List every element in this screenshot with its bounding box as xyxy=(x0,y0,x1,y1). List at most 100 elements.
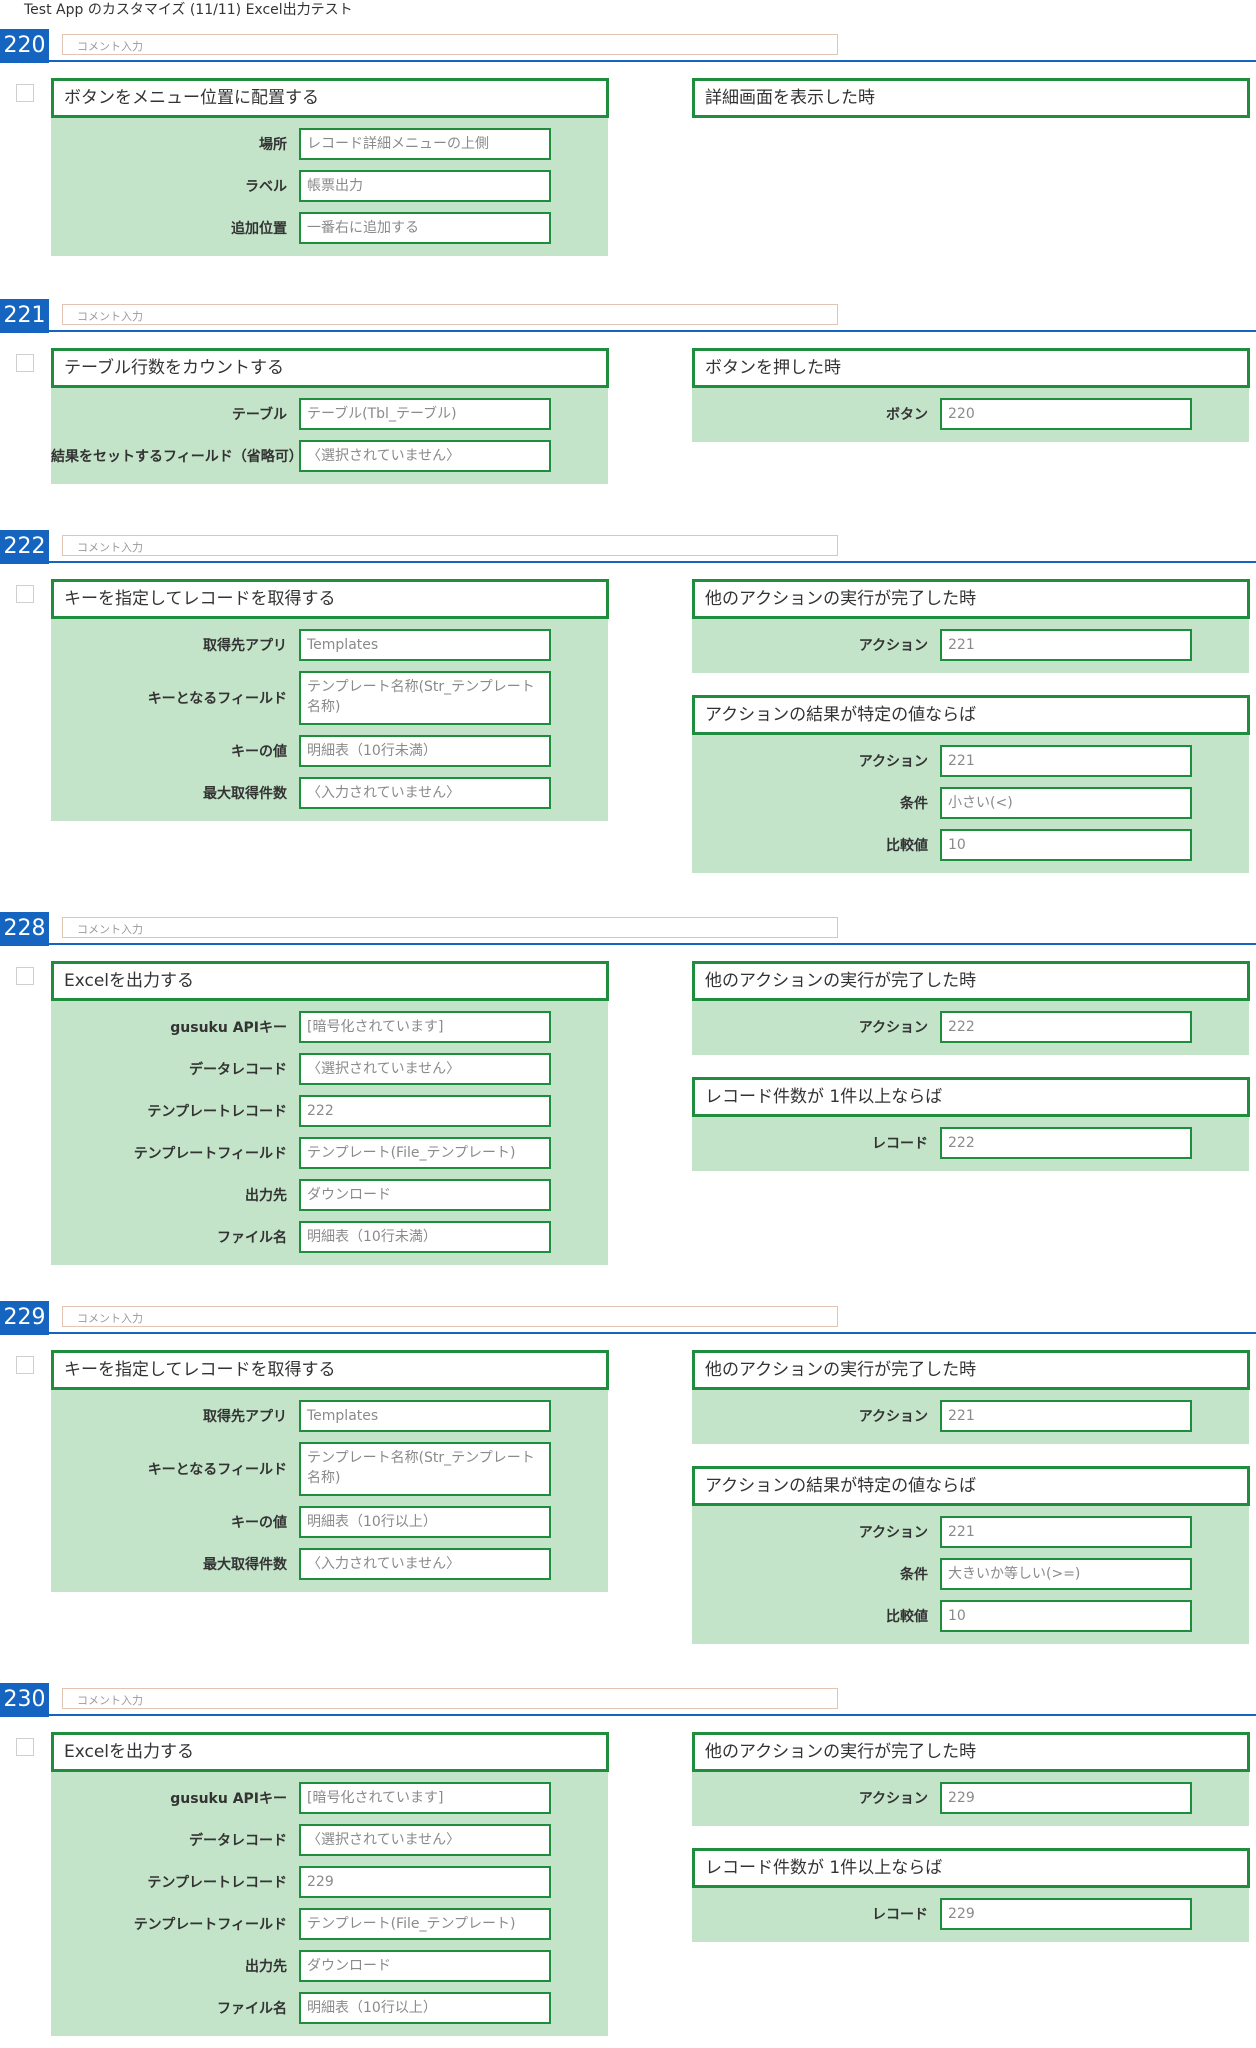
setting-value[interactable]: 229 xyxy=(299,1866,551,1898)
setting-value[interactable]: 明細表（10行未満） xyxy=(299,1221,551,1253)
setting-value[interactable]: 221 xyxy=(940,1516,1192,1548)
action-title[interactable]: キーを指定してレコードを取得する xyxy=(51,1350,609,1390)
condition-title[interactable]: 他のアクションの実行が完了した時 xyxy=(692,1732,1250,1772)
setting-value[interactable]: 10 xyxy=(940,829,1192,861)
setting-value[interactable]: 10 xyxy=(940,1600,1192,1632)
setting-label: 出力先 xyxy=(245,1959,287,1975)
setting-value[interactable]: 〈入力されていません〉 xyxy=(299,1548,551,1580)
select-checkbox[interactable] xyxy=(16,1356,34,1374)
setting-row: 最大取得件数 〈入力されていません〉 xyxy=(51,1548,608,1580)
setting-value[interactable]: 221 xyxy=(940,1400,1192,1432)
condition-title[interactable]: アクションの結果が特定の値ならば xyxy=(692,1466,1250,1506)
setting-value[interactable]: 小さい(<) xyxy=(940,787,1192,819)
setting-value[interactable]: 221 xyxy=(940,745,1192,777)
condition-settings: アクション 229 xyxy=(692,1772,1249,1826)
condition-panel: レコード件数が 1件以上ならばレコード 229 xyxy=(692,1848,1250,1942)
setting-row: アクション 221 xyxy=(692,629,1249,661)
setting-value[interactable]: [暗号化されています] xyxy=(299,1782,551,1814)
setting-value[interactable]: 〈選択されていません〉 xyxy=(299,440,551,472)
setting-label: 追加位置 xyxy=(231,221,287,237)
action-title[interactable]: テーブル行数をカウントする xyxy=(51,348,609,388)
action-number: 220 xyxy=(0,29,49,63)
comment-input[interactable]: コメント入力 xyxy=(62,535,838,556)
comment-input[interactable]: コメント入力 xyxy=(62,1688,838,1709)
action-settings: 取得先アプリ Templates キーとなるフィールド テンプレート名称(Str_テン… xyxy=(51,619,608,821)
setting-value[interactable]: 222 xyxy=(940,1011,1192,1043)
setting-row: アクション 229 xyxy=(692,1782,1249,1814)
setting-value[interactable]: テンプレート名称(Str_テンプレート名称) xyxy=(299,1442,551,1496)
select-checkbox[interactable] xyxy=(16,585,34,603)
setting-value[interactable]: テンプレート(File_テンプレート) xyxy=(299,1137,551,1169)
setting-value[interactable]: 大きいか等しい(>=) xyxy=(940,1558,1192,1590)
comment-input[interactable]: コメント入力 xyxy=(62,304,838,325)
setting-label: アクション xyxy=(858,638,928,654)
setting-label: アクション xyxy=(858,754,928,770)
setting-row: テンプレートレコード 222 xyxy=(51,1095,608,1127)
setting-label: テーブル xyxy=(231,407,287,423)
condition-title[interactable]: ボタンを押した時 xyxy=(692,348,1250,388)
action-panel: Excelを出力する gusuku APIキー [暗号化されています] データレコード… xyxy=(51,961,609,1265)
section-divider xyxy=(49,943,1256,945)
setting-value[interactable]: 明細表（10行以上） xyxy=(299,1506,551,1538)
setting-value[interactable]: 一番右に追加する xyxy=(299,212,551,244)
condition-title[interactable]: 詳細画面を表示した時 xyxy=(692,78,1250,118)
setting-row: 取得先アプリ Templates xyxy=(51,1400,608,1432)
setting-value[interactable]: Templates xyxy=(299,629,551,661)
select-checkbox[interactable] xyxy=(16,84,34,102)
condition-settings: アクション 221 条件 小さい(<) 比較値 10 xyxy=(692,735,1249,873)
setting-value[interactable]: テーブル(Tbl_テーブル) xyxy=(299,398,551,430)
condition-title[interactable]: 他のアクションの実行が完了した時 xyxy=(692,961,1250,1001)
select-checkbox[interactable] xyxy=(16,1738,34,1756)
select-checkbox[interactable] xyxy=(16,354,34,372)
action-title[interactable]: ボタンをメニュー位置に配置する xyxy=(51,78,609,118)
setting-value[interactable]: 222 xyxy=(299,1095,551,1127)
setting-row: 取得先アプリ Templates xyxy=(51,629,608,661)
condition-panel: レコード件数が 1件以上ならば レコード 222 xyxy=(692,1077,1250,1171)
setting-value[interactable]: 〈選択されていません〉 xyxy=(299,1824,551,1856)
setting-value[interactable]: [暗号化されています] xyxy=(299,1011,551,1043)
condition-settings: アクション 222 xyxy=(692,1001,1249,1055)
condition-panel: アクションの結果が特定の値ならば アクション 221 条件 小さい(<) 比較値 10 xyxy=(692,695,1250,873)
setting-label: レコード xyxy=(872,1907,928,1923)
setting-row: ボタン 220 xyxy=(692,398,1249,430)
condition-title[interactable]: 他のアクションの実行が完了した時 xyxy=(692,579,1250,619)
setting-value[interactable]: 〈選択されていません〉 xyxy=(299,1053,551,1085)
condition-title[interactable]: 他のアクションの実行が完了した時 xyxy=(692,1350,1250,1390)
condition-title[interactable]: レコード件数が 1件以上ならば xyxy=(692,1077,1250,1117)
setting-value[interactable]: ダウンロード xyxy=(299,1950,551,1982)
action-title[interactable]: キーを指定してレコードを取得する xyxy=(51,579,609,619)
action-settings: gusuku APIキー [暗号化されています] データレコード 〈選択されていません… xyxy=(51,1772,608,2036)
setting-value[interactable]: テンプレート(File_テンプレート) xyxy=(299,1908,551,1940)
action-title[interactable]: Excelを出力する xyxy=(51,961,609,1001)
setting-value[interactable]: テンプレート名称(Str_テンプレート名称) xyxy=(299,671,551,725)
section-divider xyxy=(49,1714,1256,1716)
setting-label: 出力先 xyxy=(245,1188,287,1204)
comment-input[interactable]: コメント入力 xyxy=(62,917,838,938)
setting-value[interactable]: 229 xyxy=(940,1898,1192,1930)
action-title[interactable]: Excelを出力する xyxy=(51,1732,609,1772)
comment-input[interactable]: コメント入力 xyxy=(62,34,838,55)
setting-value[interactable]: 229 xyxy=(940,1782,1192,1814)
setting-value[interactable]: 帳票出力 xyxy=(299,170,551,202)
setting-label: ボタン xyxy=(886,407,928,423)
condition-settings: ボタン 220 xyxy=(692,388,1249,442)
action-number: 222 xyxy=(0,530,49,564)
condition-title[interactable]: レコード件数が 1件以上ならば xyxy=(692,1848,1250,1888)
condition-title[interactable]: アクションの結果が特定の値ならば xyxy=(692,695,1250,735)
condition-panel: 他のアクションの実行が完了した時 アクション 222 xyxy=(692,961,1250,1055)
setting-value[interactable]: 明細表（10行未満） xyxy=(299,735,551,767)
setting-value[interactable]: Templates xyxy=(299,1400,551,1432)
setting-label: アクション xyxy=(858,1791,928,1807)
setting-value[interactable]: 〈入力されていません〉 xyxy=(299,777,551,809)
select-checkbox[interactable] xyxy=(16,967,34,985)
setting-value[interactable]: 222 xyxy=(940,1127,1192,1159)
setting-row: gusuku APIキー [暗号化されています] xyxy=(51,1782,608,1814)
comment-input[interactable]: コメント入力 xyxy=(62,1306,838,1327)
setting-value[interactable]: レコード詳細メニューの上側 xyxy=(299,128,551,160)
action-panel: キーを指定してレコードを取得する 取得先アプリ Templates キーとなるフィール… xyxy=(51,579,609,821)
setting-value[interactable]: 明細表（10行以上） xyxy=(299,1992,551,2024)
setting-value[interactable]: ダウンロード xyxy=(299,1179,551,1211)
setting-value[interactable]: 221 xyxy=(940,629,1192,661)
setting-label: テンプレートフィールド xyxy=(133,1146,287,1162)
setting-value[interactable]: 220 xyxy=(940,398,1192,430)
